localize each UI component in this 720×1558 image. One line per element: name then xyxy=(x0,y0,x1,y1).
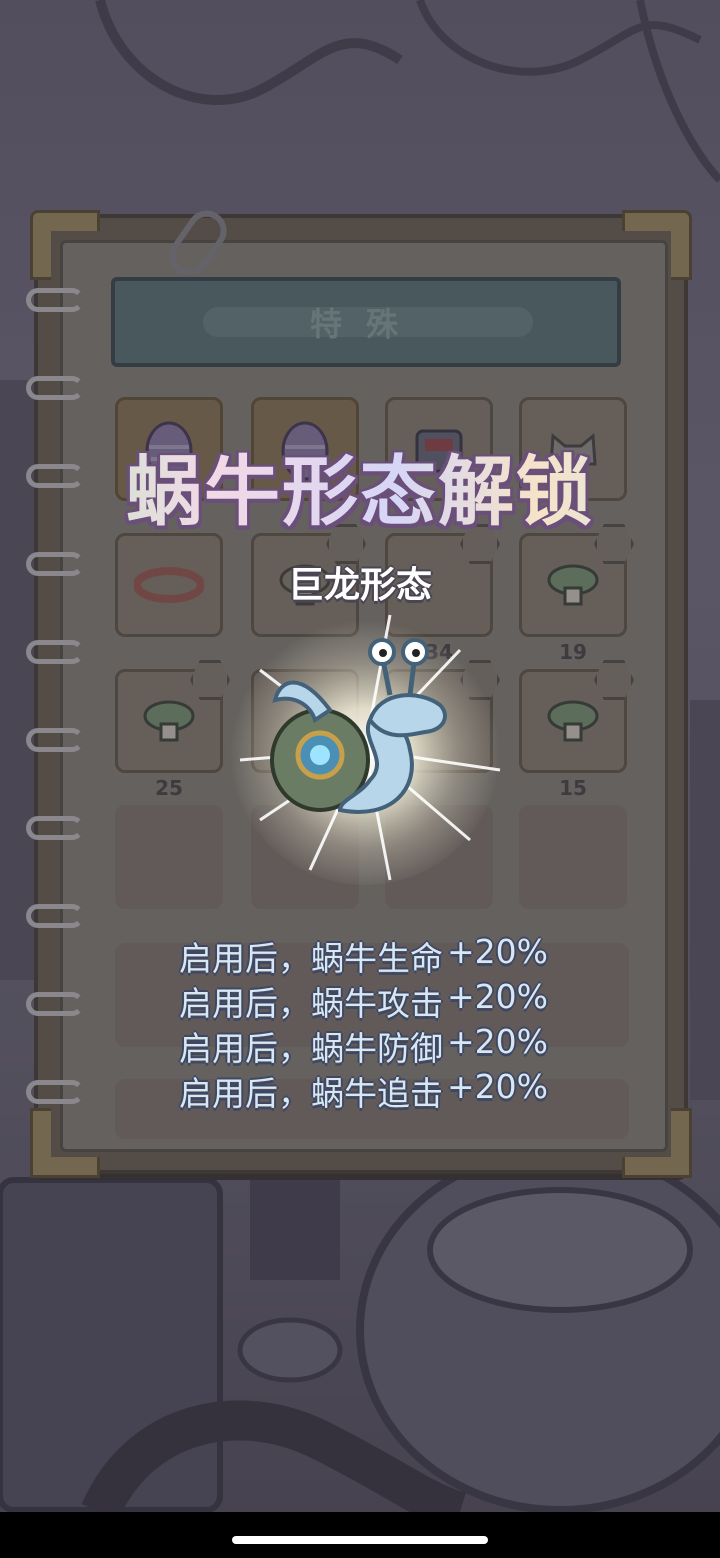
bonus-row: 启用后，蜗牛追击 +20% xyxy=(0,1067,720,1113)
unlock-title: 蜗牛形态解锁 xyxy=(0,430,720,540)
bonus-value: +20% xyxy=(447,932,548,971)
bonus-row: 启用后，蜗牛生命 +20% xyxy=(0,932,720,978)
bonus-row: 启用后，蜗牛攻击 +20% xyxy=(0,977,720,1023)
home-indicator[interactable] xyxy=(232,1536,488,1544)
bonus-row: 启用后，蜗牛防御 +20% xyxy=(0,1022,720,1068)
system-bottom-bar xyxy=(0,1512,720,1558)
bonus-text: 启用后，蜗牛攻击 xyxy=(179,984,443,1023)
bonus-value: +20% xyxy=(447,977,548,1016)
form-name: 巨龙形态 xyxy=(287,565,432,606)
bonus-value: +20% xyxy=(447,1067,548,1106)
bonus-list: 启用后，蜗牛生命 +20% 启用后，蜗牛攻击 +20% 启用后，蜗牛防御 +20… xyxy=(0,932,720,1113)
bonus-value: +20% xyxy=(447,1022,548,1061)
dragon-snail-icon xyxy=(230,614,501,885)
bonus-text: 启用后，蜗牛生命 xyxy=(179,939,443,978)
bonus-text: 启用后，蜗牛防御 xyxy=(179,1029,443,1068)
bonus-text: 启用后，蜗牛追击 xyxy=(179,1074,443,1113)
